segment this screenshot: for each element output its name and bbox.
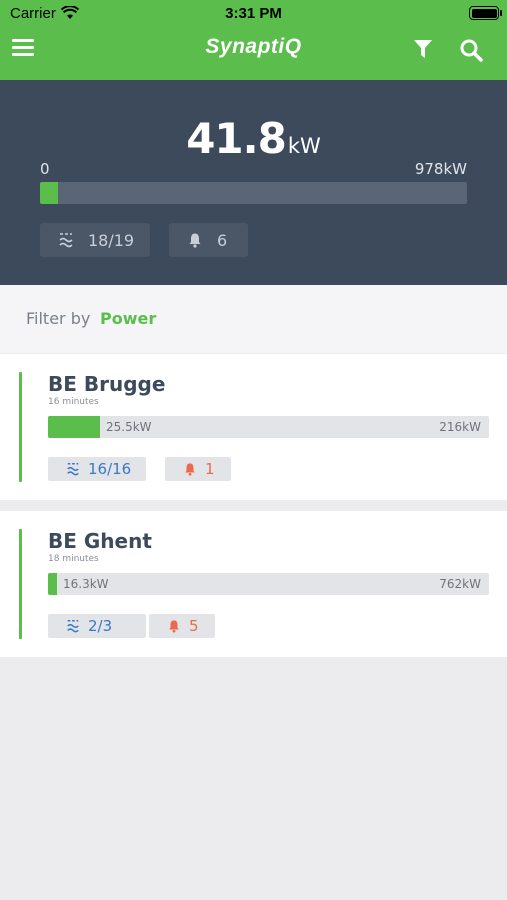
site-updated: 16 minutes: [48, 397, 99, 407]
site-max-power: 762kW: [439, 577, 481, 591]
devices-chip[interactable]: 18/19: [40, 223, 150, 257]
alerts-chip[interactable]: 6: [169, 223, 248, 257]
site-current-power: 16.3kW: [63, 577, 109, 591]
site-name: BE Ghent: [48, 529, 152, 553]
site-alerts-badge[interactable]: 1: [165, 457, 231, 481]
site-max-power: 216kW: [439, 420, 481, 434]
alerts-count: 6: [217, 230, 228, 250]
site-alerts-count: 5: [189, 617, 199, 635]
site-alerts-count: 1: [205, 460, 215, 478]
site-devices-count: 16/16: [88, 460, 132, 478]
inverter-icon: [67, 619, 79, 633]
total-power-bar: [40, 182, 467, 204]
total-power-unit: kW: [287, 134, 321, 158]
site-status-accent: [19, 372, 22, 482]
site-card[interactable]: BE Ghent 18 minutes 16.3kW 762kW 2/3 5: [0, 511, 507, 657]
search-icon[interactable]: [459, 38, 483, 62]
devices-count: 18/19: [88, 230, 135, 250]
app-header: Carrier 3:31 PM SynaptiQ: [0, 0, 507, 80]
site-alerts-badge[interactable]: 5: [149, 614, 215, 638]
site-devices-badge[interactable]: 16/16: [48, 457, 146, 481]
filter-value[interactable]: Power: [100, 309, 156, 328]
site-devices-badge[interactable]: 2/3: [48, 614, 146, 638]
total-power: 41.8kW: [0, 114, 507, 163]
status-bar: Carrier 3:31 PM: [0, 0, 507, 28]
site-card[interactable]: BE Brugge 16 minutes 25.5kW 216kW 16/16 …: [0, 354, 507, 500]
bell-icon: [185, 463, 195, 476]
site-power-bar-fill: [48, 416, 101, 438]
site-status-accent: [19, 529, 22, 639]
filter-icon[interactable]: [413, 39, 433, 59]
status-time: 3:31 PM: [225, 5, 282, 22]
inverter-icon: [67, 462, 79, 476]
total-power-value: 41.8: [186, 114, 287, 163]
range-min: 0: [40, 160, 50, 178]
summary-panel: 41.8kW 0 978kW 18/19 6: [0, 80, 507, 285]
site-power-bar-fill: [48, 573, 58, 595]
site-devices-count: 2/3: [88, 617, 113, 635]
total-power-bar-fill: [40, 182, 59, 204]
filter-bar: Filter by Power: [0, 285, 507, 353]
inverter-icon: [59, 233, 73, 248]
range-max: 978kW: [414, 160, 467, 178]
filter-label: Filter by: [26, 309, 91, 328]
bell-icon: [169, 620, 179, 633]
bell-icon: [189, 233, 201, 248]
battery-icon: [469, 6, 502, 20]
site-name: BE Brugge: [48, 372, 166, 396]
site-current-power: 25.5kW: [106, 420, 152, 434]
site-power-bar: 16.3kW 762kW: [48, 573, 489, 595]
site-power-bar: 25.5kW 216kW: [48, 416, 489, 438]
site-updated: 18 minutes: [48, 554, 99, 564]
